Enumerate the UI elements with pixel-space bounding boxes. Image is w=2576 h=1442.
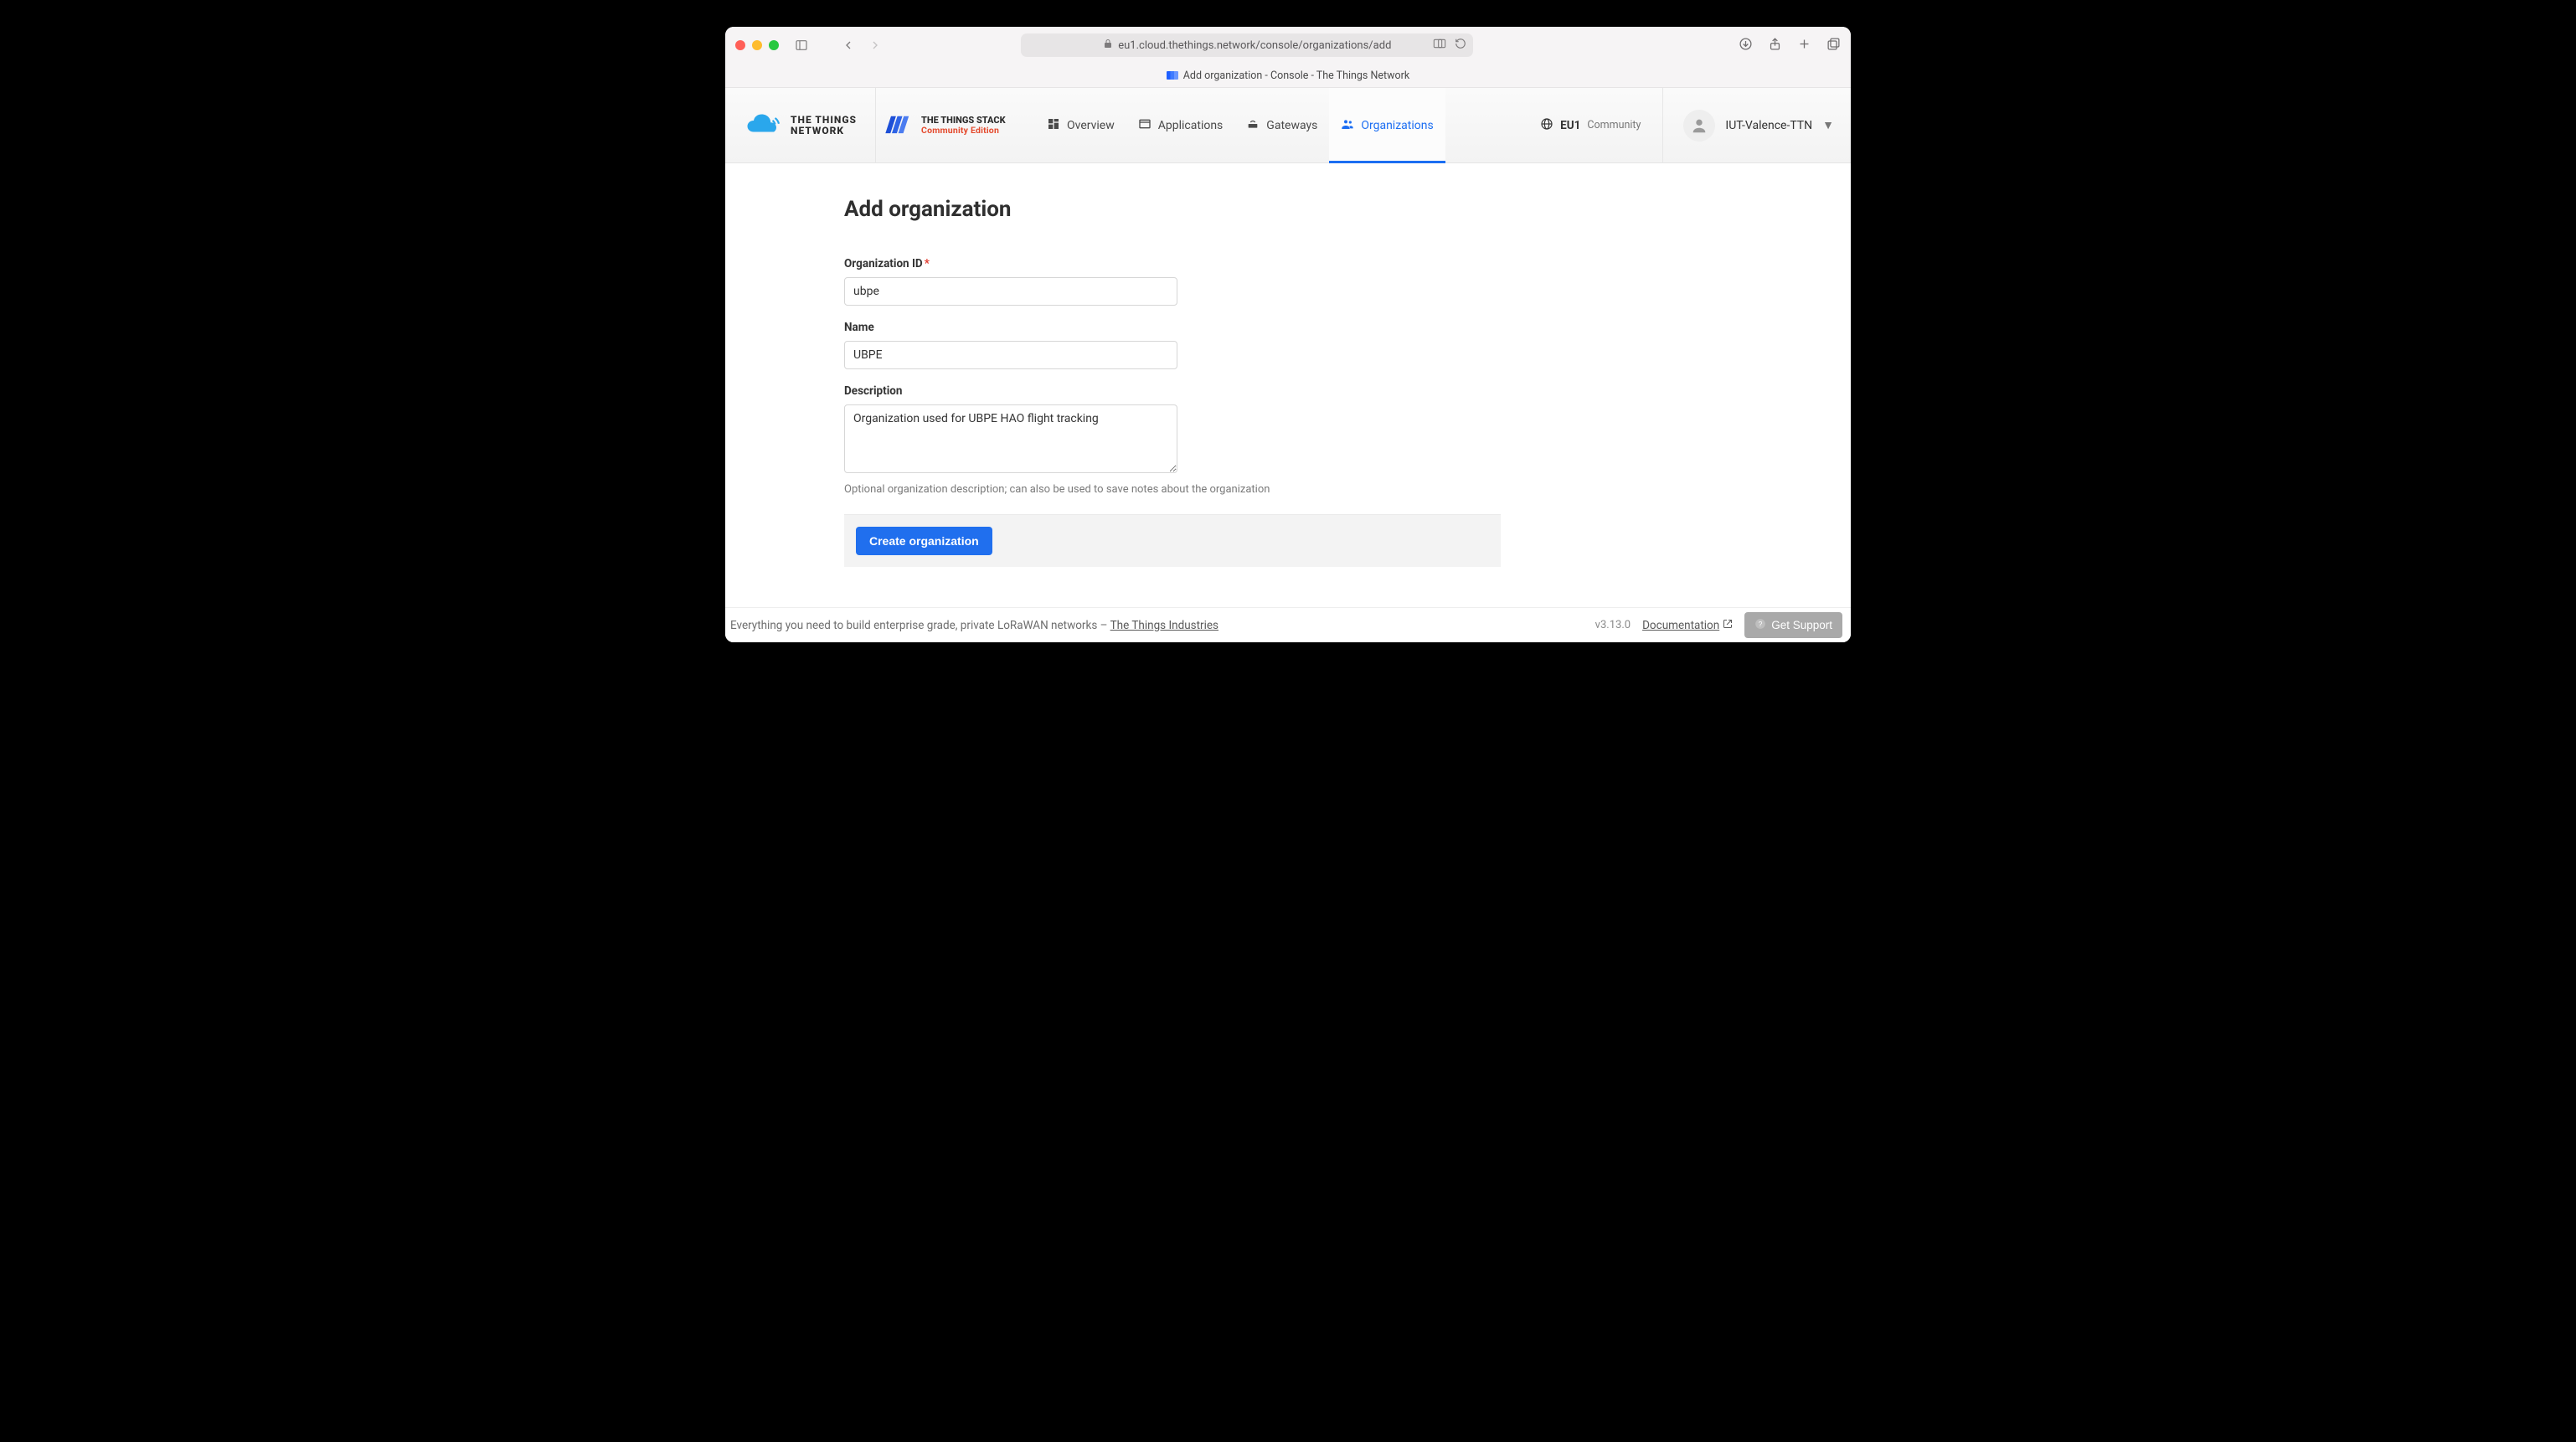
nav-organizations[interactable]: Organizations bbox=[1329, 88, 1445, 162]
help-description: Optional organization description; can a… bbox=[844, 483, 1501, 496]
cloud-icon bbox=[744, 113, 784, 138]
back-button[interactable] bbox=[839, 36, 858, 54]
footer-tagline: Everything you need to build enterprise … bbox=[730, 619, 1110, 632]
gateway-icon bbox=[1246, 117, 1260, 134]
dashboard-icon bbox=[1047, 117, 1060, 134]
url-text: eu1.cloud.thethings.network/console/orga… bbox=[1118, 39, 1391, 52]
get-support-button[interactable]: ? Get Support bbox=[1744, 612, 1842, 638]
stack-text: THE THINGS STACK Community Edition bbox=[921, 116, 1006, 136]
input-org-id[interactable] bbox=[844, 277, 1177, 306]
user-name: IUT-Valence-TTN bbox=[1725, 119, 1812, 132]
label-org-id: Organization ID* bbox=[844, 257, 1501, 270]
browser-window: eu1.cloud.thethings.network/console/orga… bbox=[725, 27, 1851, 642]
chevron-down-icon: ▼ bbox=[1822, 118, 1834, 132]
nav-overview[interactable]: Overview bbox=[1035, 88, 1126, 162]
input-description[interactable] bbox=[844, 404, 1177, 473]
svg-text:?: ? bbox=[1759, 621, 1763, 628]
app-header: THE THINGS NETWORK THE THINGS STACK Comm… bbox=[725, 88, 1851, 163]
globe-icon bbox=[1540, 117, 1553, 134]
app-footer: Everything you need to build enterprise … bbox=[725, 607, 1851, 642]
nav-label: Overview bbox=[1067, 119, 1115, 132]
nav-label: Gateways bbox=[1266, 119, 1317, 132]
new-tab-icon[interactable] bbox=[1797, 37, 1811, 54]
close-window-button[interactable] bbox=[735, 40, 745, 50]
stack-logo[interactable]: THE THINGS STACK Community Edition bbox=[876, 88, 1035, 162]
stack-icon bbox=[884, 115, 913, 136]
field-org-id: Organization ID* bbox=[844, 257, 1501, 306]
cluster-label: Community bbox=[1587, 119, 1641, 131]
documentation-link[interactable]: Documentation bbox=[1642, 619, 1733, 632]
reload-icon[interactable] bbox=[1455, 38, 1466, 53]
lock-icon bbox=[1103, 39, 1113, 52]
brand-text: THE THINGS NETWORK bbox=[791, 115, 857, 136]
avatar bbox=[1683, 110, 1715, 142]
main-nav: Overview Applications Gateways Organizat… bbox=[1035, 88, 1445, 162]
help-icon: ? bbox=[1754, 618, 1766, 632]
brand-logo[interactable]: THE THINGS NETWORK bbox=[725, 88, 876, 162]
nav-label: Applications bbox=[1158, 119, 1224, 132]
url-bar[interactable]: eu1.cloud.thethings.network/console/orga… bbox=[1021, 33, 1473, 57]
cluster-region: EU1 bbox=[1560, 119, 1580, 132]
version-label: v3.13.0 bbox=[1595, 619, 1631, 631]
window-controls bbox=[735, 40, 779, 50]
people-icon bbox=[1341, 117, 1354, 134]
tabs-overview-icon[interactable] bbox=[1826, 37, 1841, 54]
submit-bar: Create organization bbox=[844, 514, 1501, 567]
create-organization-button[interactable]: Create organization bbox=[856, 527, 992, 555]
input-name[interactable] bbox=[844, 341, 1177, 369]
downloads-icon[interactable] bbox=[1739, 37, 1753, 54]
tab-favicon bbox=[1167, 71, 1178, 80]
nav-label: Organizations bbox=[1361, 119, 1433, 132]
share-icon[interactable] bbox=[1768, 37, 1782, 54]
page-title: Add organization bbox=[844, 197, 1501, 222]
field-description: Description Optional organization descri… bbox=[844, 384, 1501, 496]
nav-gateways[interactable]: Gateways bbox=[1234, 88, 1329, 162]
tab-title[interactable]: Add organization - Console - The Things … bbox=[1183, 70, 1409, 82]
user-menu[interactable]: IUT-Valence-TTN ▼ bbox=[1662, 88, 1851, 162]
browser-chrome: eu1.cloud.thethings.network/console/orga… bbox=[725, 27, 1851, 88]
nav-applications[interactable]: Applications bbox=[1126, 88, 1235, 162]
footer-industries-link[interactable]: The Things Industries bbox=[1110, 619, 1218, 632]
page-body: Add organization Organization ID* Name D… bbox=[725, 163, 1851, 642]
external-link-icon bbox=[1723, 619, 1733, 632]
label-name: Name bbox=[844, 321, 1501, 334]
reader-icon[interactable] bbox=[1433, 38, 1446, 53]
sidebar-toggle-icon[interactable] bbox=[792, 36, 811, 54]
tab-bar: Add organization - Console - The Things … bbox=[725, 64, 1851, 87]
zoom-window-button[interactable] bbox=[769, 40, 779, 50]
forward-button[interactable] bbox=[866, 36, 884, 54]
label-description: Description bbox=[844, 384, 1501, 398]
minimize-window-button[interactable] bbox=[752, 40, 762, 50]
field-name: Name bbox=[844, 321, 1501, 369]
window-icon bbox=[1138, 117, 1151, 134]
cluster-selector[interactable]: EU1 Community bbox=[1540, 88, 1662, 162]
